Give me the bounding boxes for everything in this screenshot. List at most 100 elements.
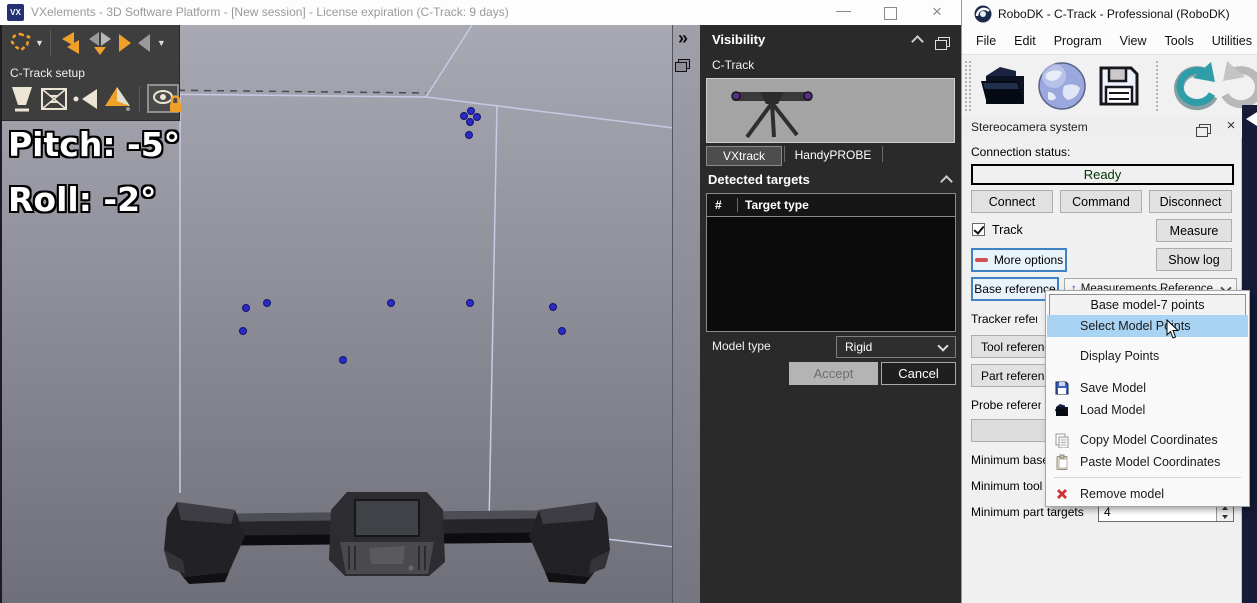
stereocamera-panel-title: Stereocamera system: [971, 120, 1088, 134]
command-button[interactable]: Command: [1060, 190, 1142, 213]
minimum-tool-targets-label: Minimum tool targets: [971, 479, 1045, 493]
accept-button[interactable]: Accept: [789, 362, 878, 385]
model-type-label: Model type: [712, 339, 771, 353]
toolbar-separator: [1156, 61, 1158, 111]
minus-icon: [975, 258, 988, 262]
pitch-readout: Pitch: -5°: [8, 125, 180, 164]
tab-separator: [784, 146, 785, 162]
target-dot: [466, 299, 474, 307]
copy-icon: [1054, 432, 1070, 448]
float-panel-icon[interactable]: [1199, 124, 1211, 134]
globe-icon[interactable]: [1036, 60, 1088, 112]
target-dot: [239, 327, 247, 335]
model-context-menu: Base model-7 pointsSelect Model Points Di…: [1045, 290, 1250, 507]
minimum-base-targets-label: Minimum base targets: [971, 453, 1045, 467]
menu-item-display-points[interactable]: Display Points: [1047, 345, 1248, 367]
minimize-button[interactable]: [836, 11, 851, 14]
robodk-window-title: RoboDK - C-Track - Professional (RoboDK): [998, 0, 1230, 28]
status-bar: Ready: [971, 164, 1234, 185]
lasso-select-icon[interactable]: [8, 31, 32, 55]
ctrack-setup-toolbar: ▼ ▼ C-Track setup: [2, 25, 180, 121]
visibility-panel: Visibility C-Track VXtrack HandyPROBE De…: [700, 25, 961, 603]
probe-reference-label: Probe reference: [971, 398, 1041, 412]
3d-viewport[interactable]: ▼ ▼ C-Track setup Pitch: -5° Roll: -2°: [0, 25, 674, 603]
cascade-windows-icon[interactable]: [678, 59, 690, 69]
more-options-label: More options: [994, 253, 1063, 267]
column-target-type: Target type: [737, 198, 809, 212]
cancel-button[interactable]: Cancel: [881, 362, 956, 385]
expand-panel-icon[interactable]: »: [678, 28, 688, 49]
nav-arrows-orange-icon[interactable]: [57, 30, 83, 56]
detected-targets-table[interactable]: # Target type: [706, 193, 956, 332]
visibility-group-label: C-Track: [712, 58, 754, 72]
open-folder-icon[interactable]: [978, 62, 1028, 110]
chevron-down-icon: [937, 340, 948, 351]
menu-item-save-model[interactable]: Save Model: [1047, 377, 1248, 399]
spinner-value: 4: [1104, 505, 1111, 519]
collapse-section-icon[interactable]: [911, 35, 924, 48]
toolbar-drag-handle: [969, 61, 971, 111]
menu-edit[interactable]: Edit: [1005, 34, 1045, 48]
tab-vxtrack[interactable]: VXtrack: [706, 146, 782, 166]
show-log-button[interactable]: Show log: [1156, 248, 1232, 271]
camera-lock-icon[interactable]: [146, 83, 184, 115]
float-panel-icon[interactable]: [938, 37, 950, 47]
menu-separator: [1054, 477, 1241, 478]
tab-separator: [882, 146, 883, 162]
model-type-value: Rigid: [845, 340, 872, 354]
menu-item-paste-model-coordinates[interactable]: Paste Model Coordinates: [1047, 451, 1248, 473]
projector-icon[interactable]: [72, 84, 100, 114]
dropdown-caret[interactable]: ▼: [157, 38, 166, 48]
menu-item-select-model-points[interactable]: Select Model Points: [1047, 315, 1248, 337]
menu-item-copy-model-coordinates[interactable]: Copy Model Coordinates: [1047, 429, 1248, 451]
close-button[interactable]: ×: [928, 1, 946, 23]
cone-volume-icon[interactable]: [8, 84, 36, 114]
calibration-frame-icon[interactable]: [39, 84, 69, 114]
menu-item-remove-model[interactable]: Remove model: [1047, 483, 1248, 505]
track-checkbox[interactable]: [972, 223, 985, 236]
visibility-panel-title: Visibility: [712, 32, 765, 47]
ctrack-scanner-model: [147, 480, 627, 592]
maximize-button[interactable]: [884, 7, 897, 20]
ctrack-visibility-thumbnail[interactable]: [706, 78, 955, 143]
toolbar-separator: [139, 86, 140, 112]
target-dot: [473, 113, 481, 121]
collapse-section-icon[interactable]: [940, 175, 953, 188]
vxelements-window-title: VXelements - 3D Software Platform - [New…: [31, 0, 509, 25]
column-number: #: [707, 198, 737, 212]
tab-handyprobe[interactable]: HandyPROBE: [788, 146, 878, 164]
toolbar-drag-handle[interactable]: [965, 61, 967, 111]
menu-tools[interactable]: Tools: [1156, 34, 1203, 48]
tracker-reference-label: Tracker reference: [971, 312, 1037, 326]
menu-item-base-model[interactable]: Base model-7 points: [1049, 294, 1246, 316]
track-label: Track: [992, 223, 1023, 237]
tree-arrow-icon: [1242, 105, 1257, 135]
arrow-right-orange-icon[interactable]: [115, 30, 133, 56]
load-model-icon: [1054, 402, 1070, 418]
model-type-select[interactable]: Rigid: [836, 336, 956, 358]
undo-icon[interactable]: [1163, 60, 1217, 112]
save-icon[interactable]: [1095, 62, 1143, 110]
connect-button[interactable]: Connect: [971, 190, 1053, 213]
robodk-toolbar: [962, 54, 1257, 117]
more-options-button[interactable]: More options: [971, 248, 1067, 272]
target-dot: [387, 299, 395, 307]
menu-item-load-model[interactable]: Load Model: [1047, 399, 1248, 421]
target-dot: [549, 303, 557, 311]
menu-file[interactable]: File: [967, 34, 1005, 48]
toolbar-separator: [50, 30, 51, 56]
robodk-logo: [974, 5, 992, 23]
measure-button[interactable]: Measure: [1156, 219, 1232, 242]
arrow-left-gray-icon[interactable]: [136, 30, 154, 56]
menu-view[interactable]: View: [1111, 34, 1156, 48]
robodk-titlebar: RoboDK - C-Track - Professional (RoboDK): [962, 0, 1257, 28]
disconnect-button[interactable]: Disconnect: [1149, 190, 1232, 213]
dropdown-caret[interactable]: ▼: [35, 38, 44, 48]
target-dot: [465, 131, 473, 139]
menu-utilities[interactable]: Utilities: [1203, 34, 1257, 48]
close-panel-icon[interactable]: ×: [1223, 117, 1239, 135]
menu-program[interactable]: Program: [1045, 34, 1111, 48]
spin-down-button[interactable]: [1216, 512, 1233, 521]
surface-tent-icon[interactable]: [103, 84, 133, 114]
nav-arrows-gray-icon[interactable]: [86, 30, 112, 56]
